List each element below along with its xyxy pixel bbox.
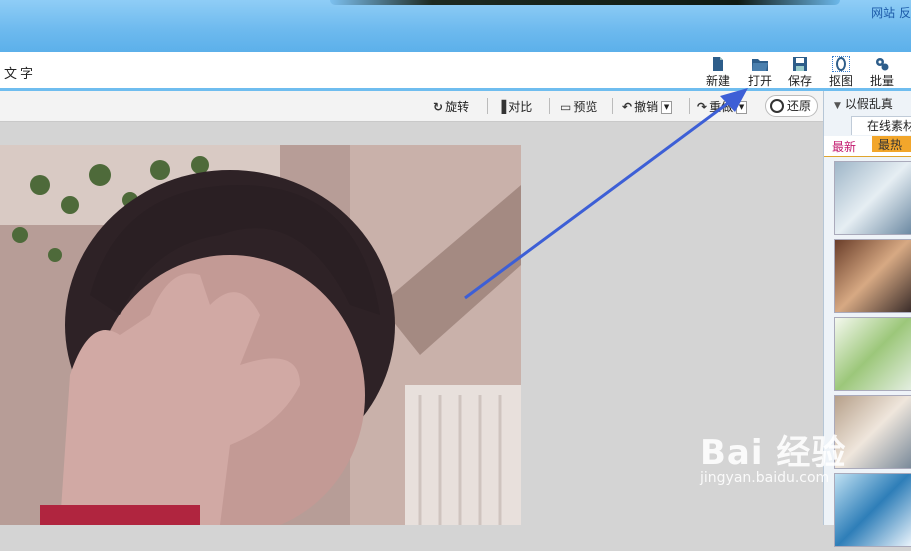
arrow-head-icon: [720, 88, 748, 112]
annotation-arrow: [464, 88, 748, 300]
arrow-shaft: [464, 96, 736, 300]
